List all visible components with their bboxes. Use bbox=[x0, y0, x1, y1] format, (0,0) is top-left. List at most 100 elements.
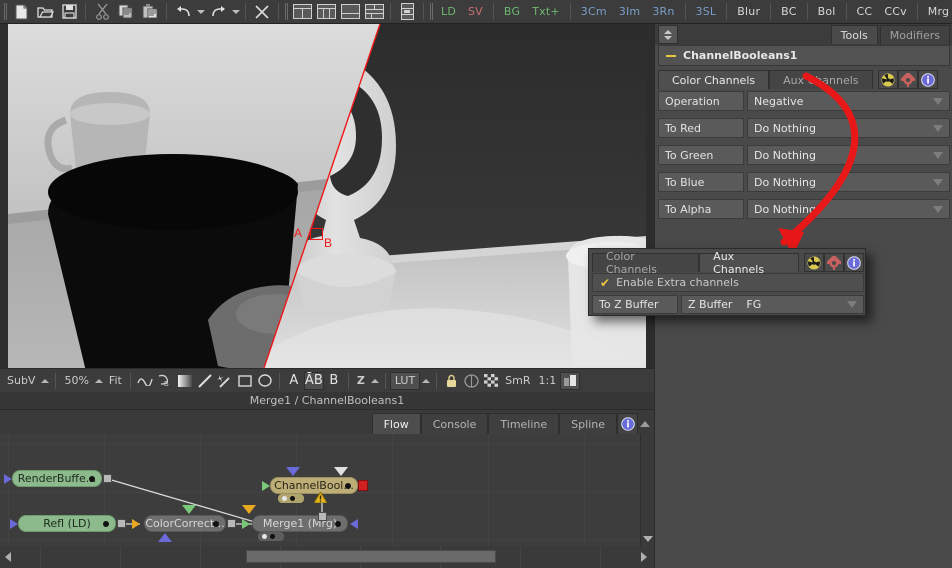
curve-icon[interactable] bbox=[135, 372, 155, 390]
popup-tab-aux-channels[interactable]: Aux Channels bbox=[699, 250, 799, 276]
node-output-arrow[interactable] bbox=[350, 519, 358, 529]
layout-stacked-icon[interactable] bbox=[395, 2, 419, 22]
subtract-b-icon[interactable]: B bbox=[155, 372, 175, 390]
histogram-icon[interactable] bbox=[560, 371, 581, 390]
radioactive-icon[interactable] bbox=[804, 253, 824, 272]
node-input-arrow[interactable] bbox=[242, 519, 250, 529]
gradient-swatch-icon[interactable] bbox=[175, 372, 195, 390]
subview-dropdown-arrow[interactable] bbox=[39, 372, 51, 390]
copy-icon[interactable] bbox=[114, 2, 138, 22]
node-output-handle[interactable] bbox=[103, 474, 112, 483]
tool-button-bc[interactable]: BC bbox=[775, 2, 802, 22]
layout-split-horizontal-icon[interactable] bbox=[338, 2, 362, 22]
enable-extra-channels-row[interactable]: ✔ Enable Extra channels bbox=[592, 273, 864, 292]
node-output-dot[interactable] bbox=[345, 483, 351, 489]
gear-icon[interactable] bbox=[897, 70, 918, 89]
param-combo-to-alpha[interactable]: Do Nothing bbox=[747, 199, 950, 219]
node-enabled-dot[interactable] bbox=[262, 534, 267, 539]
undo-icon[interactable] bbox=[171, 2, 195, 22]
z-dropdown-arrow[interactable] bbox=[369, 372, 381, 390]
paste-icon[interactable] bbox=[138, 2, 162, 22]
cut-scissors-icon[interactable] bbox=[90, 2, 114, 22]
node-input-arrow[interactable] bbox=[4, 474, 12, 484]
delete-x-icon[interactable] bbox=[250, 2, 274, 22]
node-channelbooleans-statusbar[interactable] bbox=[278, 494, 304, 503]
buffer-b-icon[interactable]: B bbox=[324, 372, 344, 390]
tool-button-3sl[interactable]: 3SL bbox=[690, 2, 723, 22]
flow-scroll-up-arrow[interactable] bbox=[638, 413, 652, 434]
z-channel-button[interactable]: Z bbox=[353, 372, 369, 390]
param-combo-operation[interactable]: Negative bbox=[747, 91, 950, 111]
tool-title-bar[interactable]: ChannelBooleans1 bbox=[658, 45, 950, 66]
undo-dropdown-arrow[interactable] bbox=[195, 2, 206, 22]
layout-quad-icon[interactable] bbox=[362, 2, 386, 22]
chevron-down-icon[interactable] bbox=[933, 152, 943, 159]
node-render-flag[interactable] bbox=[358, 480, 368, 491]
chevron-down-icon[interactable] bbox=[933, 179, 943, 186]
node-graph-canvas[interactable]: RenderBuffe... Refl (LD) ColorCorrect... bbox=[0, 434, 640, 546]
flow-horizontal-scrollbar[interactable] bbox=[0, 546, 654, 568]
node-output-dot[interactable] bbox=[213, 521, 219, 527]
node-merge1-statusbar[interactable] bbox=[258, 532, 284, 541]
node-merge-link-handle[interactable] bbox=[318, 512, 327, 521]
tab-timeline[interactable]: Timeline bbox=[488, 413, 560, 434]
tab-aux-channels[interactable]: Aux Channels bbox=[769, 70, 873, 89]
node-input-arrow[interactable] bbox=[132, 519, 140, 529]
redo-dropdown-arrow[interactable] bbox=[230, 2, 241, 22]
tool-button-3cm[interactable]: 3Cm bbox=[575, 2, 613, 22]
param-combo-to-red[interactable]: Do Nothing bbox=[747, 118, 950, 138]
node-bg-input-arrow[interactable] bbox=[242, 505, 256, 514]
new-document-icon[interactable] bbox=[9, 2, 33, 22]
node-input-arrow[interactable] bbox=[10, 519, 18, 529]
info-icon[interactable] bbox=[844, 253, 864, 272]
node-output-dot[interactable] bbox=[89, 476, 95, 482]
param-combo-to-blue[interactable]: Do Nothing bbox=[747, 172, 950, 192]
redo-icon[interactable] bbox=[206, 2, 230, 22]
node-colorcorrect[interactable]: ColorCorrect... bbox=[144, 515, 226, 532]
node-input-arrow-white[interactable] bbox=[334, 467, 348, 476]
param-combo-to-green[interactable]: Do Nothing bbox=[747, 145, 950, 165]
toolbar-grip[interactable] bbox=[2, 2, 9, 22]
tool-button-sv[interactable]: SV bbox=[462, 2, 489, 22]
tool-button-cc[interactable]: CC bbox=[851, 2, 879, 22]
toolbar-grip-2[interactable] bbox=[283, 2, 290, 22]
warning-triangle-icon[interactable] bbox=[313, 491, 328, 506]
tool-navigation-spinner[interactable] bbox=[658, 25, 678, 44]
wipe-drag-handle[interactable] bbox=[310, 228, 323, 240]
node-output-dot[interactable] bbox=[335, 521, 341, 527]
zoom-level-value[interactable]: 50% bbox=[60, 372, 92, 390]
scroll-down-arrow[interactable] bbox=[642, 532, 654, 546]
info-icon[interactable] bbox=[917, 70, 938, 89]
node-disabled-dot[interactable] bbox=[290, 496, 295, 501]
layout-three-pane-icon[interactable] bbox=[314, 2, 338, 22]
popup-tab-color-channels[interactable]: Color Channels bbox=[592, 250, 700, 276]
viewer-image-area[interactable]: A B bbox=[8, 24, 646, 368]
line-tool-icon[interactable] bbox=[195, 372, 215, 390]
collapse-toggle-icon[interactable] bbox=[666, 54, 676, 57]
smooth-resize-button[interactable]: SmR bbox=[501, 372, 534, 390]
tab-flow[interactable]: Flow bbox=[371, 413, 421, 434]
node-mask-input-arrow[interactable] bbox=[182, 505, 196, 514]
node-output-handle[interactable] bbox=[117, 519, 126, 528]
scroll-right-arrow[interactable] bbox=[636, 547, 652, 567]
tool-button-3rn[interactable]: 3Rn bbox=[646, 2, 680, 22]
tool-button-mrg[interactable]: Mrg bbox=[922, 2, 952, 22]
zoom-dropdown-arrow[interactable] bbox=[93, 372, 105, 390]
tool-button-bol[interactable]: Bol bbox=[812, 2, 842, 22]
tab-modifiers[interactable]: Modifiers bbox=[879, 25, 950, 44]
to-z-buffer-combo[interactable]: Z Buffer FG bbox=[681, 295, 864, 314]
info-icon[interactable] bbox=[617, 413, 638, 434]
flow-vertical-scrollbar[interactable] bbox=[640, 434, 654, 546]
chevron-down-icon[interactable] bbox=[847, 301, 857, 308]
gear-icon[interactable] bbox=[824, 253, 844, 272]
tab-color-channels[interactable]: Color Channels bbox=[658, 70, 770, 89]
spin-icon[interactable] bbox=[461, 372, 481, 390]
node-refl[interactable]: Refl (LD) bbox=[18, 515, 116, 532]
radioactive-icon[interactable] bbox=[877, 70, 898, 89]
open-folder-icon[interactable] bbox=[33, 2, 57, 22]
checkerboard-alpha-icon[interactable] bbox=[481, 372, 501, 390]
tool-button-txtplus[interactable]: Txt+ bbox=[526, 2, 566, 22]
chevron-down-icon[interactable] bbox=[933, 98, 943, 105]
tab-console[interactable]: Console bbox=[420, 413, 489, 434]
ellipse-mask-icon[interactable] bbox=[255, 372, 275, 390]
